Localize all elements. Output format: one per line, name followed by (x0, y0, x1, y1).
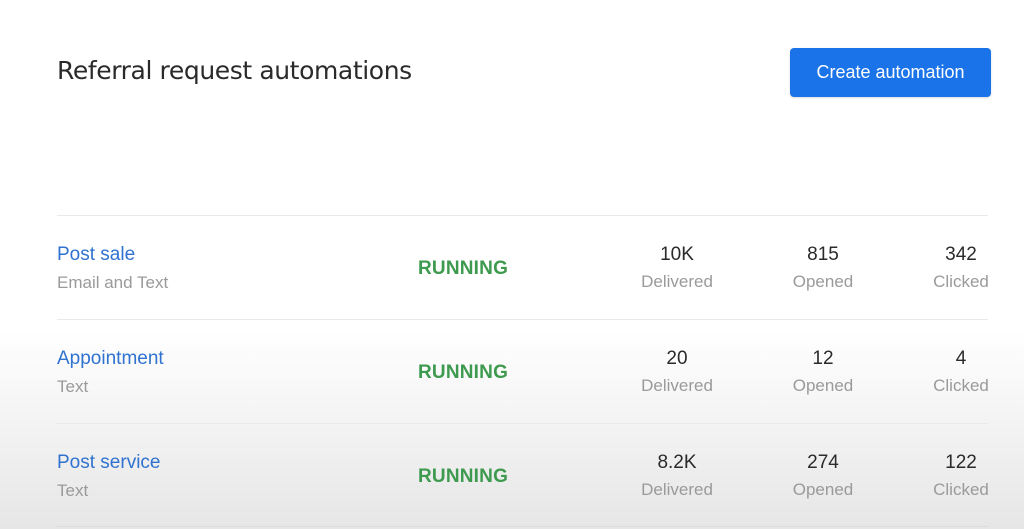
opened-label: Opened (792, 480, 854, 499)
opened-label: Opened (792, 376, 854, 395)
table-row: Post service Text RUNNING 8.2K Delivered… (57, 423, 989, 527)
opened-metric: 274 Opened (773, 452, 873, 500)
table-row: Appointment Text RUNNING 20 Delivered 12… (57, 319, 989, 423)
automation-channel: Text (57, 481, 89, 500)
automation-channel: Email and Text (57, 273, 169, 292)
delivered-metric: 10K Delivered (627, 244, 727, 292)
clicked-metric: 122 Clicked (911, 452, 1011, 500)
automations-table: Post sale Email and Text RUNNING 10K Del… (57, 215, 989, 527)
clicked-label: Clicked (933, 376, 989, 395)
clicked-value: 4 (955, 348, 967, 369)
clicked-label: Clicked (933, 480, 989, 499)
opened-metric: 12 Opened (773, 348, 873, 396)
delivered-label: Delivered (641, 272, 713, 291)
automation-name-link[interactable]: Post sale (57, 244, 135, 266)
status-badge: RUNNING (418, 362, 509, 383)
delivered-value: 8.2K (657, 452, 697, 473)
clicked-label: Clicked (933, 272, 989, 291)
opened-value: 12 (812, 348, 834, 369)
opened-metric: 815 Opened (773, 244, 873, 292)
clicked-value: 342 (945, 244, 977, 265)
delivered-label: Delivered (641, 376, 713, 395)
page-title: Referral request automations (57, 56, 412, 85)
status-badge: RUNNING (418, 466, 509, 487)
automation-name-link[interactable]: Appointment (57, 348, 164, 370)
delivered-value: 20 (666, 348, 688, 369)
clicked-value: 122 (945, 452, 977, 473)
clicked-metric: 4 Clicked (911, 348, 1011, 396)
create-automation-button[interactable]: Create automation (790, 48, 991, 97)
delivered-value: 10K (660, 244, 694, 265)
delivered-metric: 8.2K Delivered (627, 452, 727, 500)
delivered-label: Delivered (641, 480, 713, 499)
status-badge: RUNNING (418, 258, 509, 279)
opened-value: 815 (807, 244, 839, 265)
opened-label: Opened (792, 272, 854, 291)
delivered-metric: 20 Delivered (627, 348, 727, 396)
table-row: Post sale Email and Text RUNNING 10K Del… (57, 215, 989, 319)
clicked-metric: 342 Clicked (911, 244, 1011, 292)
automation-name-link[interactable]: Post service (57, 452, 160, 474)
opened-value: 274 (807, 452, 839, 473)
automation-channel: Text (57, 377, 89, 396)
